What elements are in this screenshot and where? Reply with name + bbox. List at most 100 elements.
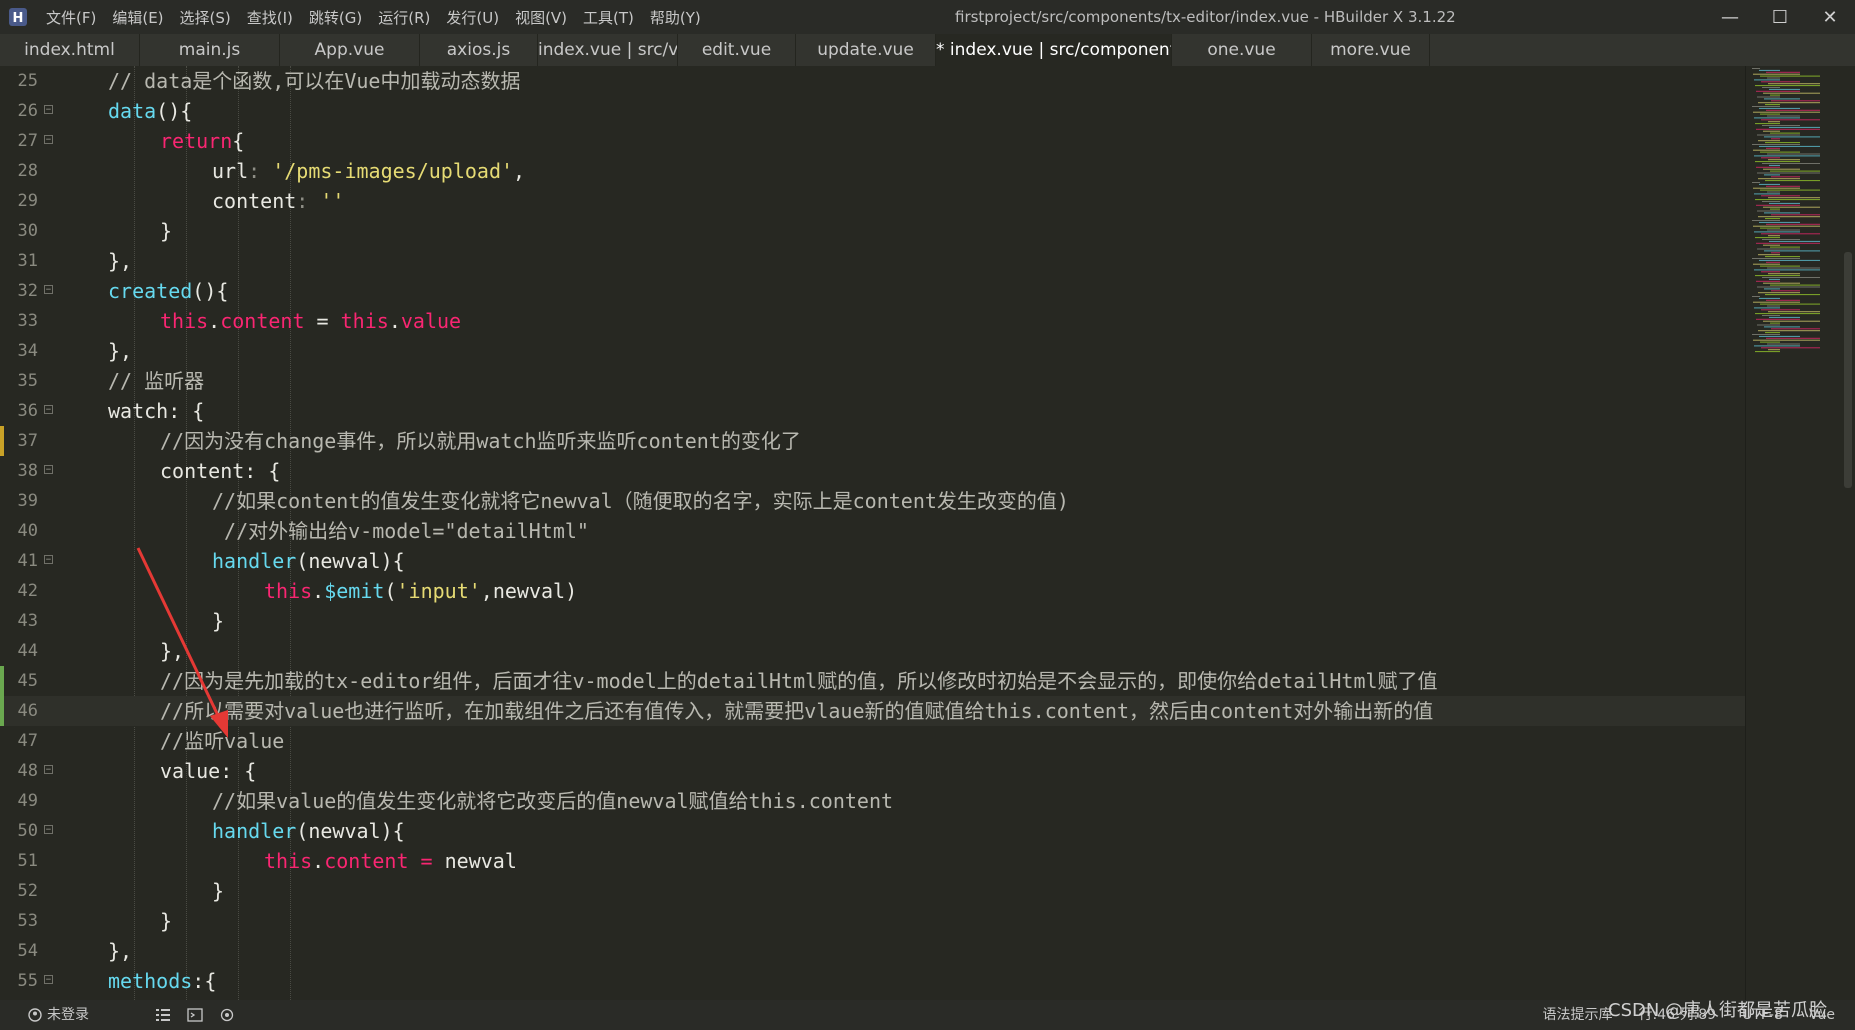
line-number: 41: [17, 551, 38, 571]
code-line[interactable]: 34},: [0, 336, 1745, 366]
vertical-scrollbar[interactable]: [1844, 252, 1852, 488]
minimap-line: [1756, 204, 1800, 206]
minimap-line: [1769, 88, 1800, 90]
code-line[interactable]: 49 //如果value的值发生变化就将它改变后的值newval赋值给this.c…: [0, 786, 1745, 816]
line-number: 51: [17, 851, 38, 871]
editor-tab[interactable]: update.vue: [796, 34, 936, 66]
minimap-line: [1753, 263, 1780, 265]
code-line[interactable]: 47 //监听value: [0, 726, 1745, 756]
code-line[interactable]: 45 //因为是先加载的tx-editor组件，后面才往v-model上的deta…: [0, 666, 1745, 696]
close-icon[interactable]: ✕: [1805, 0, 1855, 34]
editor-tab[interactable]: axios.js: [420, 34, 538, 66]
minimap[interactable]: [1745, 66, 1855, 1000]
minimap-line: [1760, 189, 1820, 191]
minimap-line: [1756, 166, 1780, 168]
code-token: (newval){: [296, 819, 405, 843]
code-line[interactable]: 46 //所以需要对value也进行监听，在加载组件之后还有值传入，就需要把vla…: [0, 696, 1745, 726]
menu-item[interactable]: 帮助(Y): [650, 7, 701, 28]
login-status[interactable]: 未登录: [28, 1000, 89, 1030]
editor-tab[interactable]: more.vue: [1312, 34, 1430, 66]
minimap-line: [1759, 259, 1820, 261]
fold-toggle-icon[interactable]: −: [44, 285, 53, 295]
code-line[interactable]: 39 //如果content的值发生变化就将它newval（随便取的名字，实际上是…: [0, 486, 1745, 516]
editor-tab[interactable]: one.vue: [1172, 34, 1312, 66]
minimap-line: [1769, 278, 1780, 280]
code-line[interactable]: 29 content: '': [0, 186, 1745, 216]
code-line[interactable]: 33 this.content = this.value: [0, 306, 1745, 336]
minimap-line: [1758, 178, 1800, 180]
code-line[interactable]: 43}: [0, 606, 1745, 636]
editor-tab[interactable]: * index.vue | src/components/tx-editor: [936, 34, 1172, 66]
plugin-icon[interactable]: [219, 1008, 235, 1022]
code-line[interactable]: 30}: [0, 216, 1745, 246]
code-line[interactable]: 50− handler(newval){: [0, 816, 1745, 846]
code-line[interactable]: 37 //因为没有change事件，所以就用watch监听来监听content的变…: [0, 426, 1745, 456]
fold-toggle-icon[interactable]: −: [44, 765, 53, 775]
editor-tab[interactable]: main.js: [140, 34, 280, 66]
code-line[interactable]: 31},: [0, 246, 1745, 276]
code-line[interactable]: 38− content: {: [0, 456, 1745, 486]
editor-tab[interactable]: edit.vue: [678, 34, 796, 66]
line-number: 40: [17, 521, 38, 541]
fold-toggle-icon[interactable]: −: [44, 555, 53, 565]
code-text: data(){: [108, 96, 192, 126]
syntax-lib-label[interactable]: 语法提示库: [1543, 1000, 1613, 1030]
minimap-line: [1758, 292, 1800, 294]
fold-toggle-icon[interactable]: −: [44, 405, 53, 415]
menu-item[interactable]: 文件(F): [46, 7, 96, 28]
code-line[interactable]: 25 // data是个函数,可以在Vue中加载动态数据: [0, 66, 1745, 96]
minimap-line: [1759, 221, 1800, 223]
menu-item[interactable]: 编辑(E): [112, 7, 163, 28]
status-bar: 未登录 语法提示库 行:46 列:89 UTF-8 Vue: [0, 1000, 1855, 1030]
code-line[interactable]: 53}: [0, 906, 1745, 936]
code-line[interactable]: 55− methods:{: [0, 966, 1745, 996]
code-line[interactable]: 51 this.content = newval: [0, 846, 1745, 876]
editor-tab[interactable]: App.vue: [280, 34, 420, 66]
code-line[interactable]: 42 this.$emit('input',newval): [0, 576, 1745, 606]
menu-item[interactable]: 视图(V): [515, 7, 567, 28]
code-text: //如果content的值发生变化就将它newval（随便取的名字，实际上是co…: [212, 486, 1069, 516]
fold-toggle-icon[interactable]: −: [44, 465, 53, 475]
code-line[interactable]: 54},: [0, 936, 1745, 966]
minimize-icon[interactable]: —: [1705, 0, 1755, 34]
code-token: newval: [444, 849, 517, 873]
code-line[interactable]: 52}: [0, 876, 1745, 906]
code-text: //因为没有change事件，所以就用watch监听来监听content的变化了: [160, 426, 801, 456]
code-line[interactable]: 36− watch: {: [0, 396, 1745, 426]
editor-tab[interactable]: index.vue | src/views/product: [538, 34, 678, 66]
code-line[interactable]: 44},: [0, 636, 1745, 666]
fold-toggle-icon[interactable]: −: [44, 975, 53, 985]
code-line[interactable]: 27− return{: [0, 126, 1745, 156]
menu-item[interactable]: 跳转(G): [309, 7, 362, 28]
menu-item[interactable]: 工具(T): [583, 7, 634, 28]
minimap-line: [1752, 258, 1800, 259]
fold-toggle-icon[interactable]: −: [44, 105, 53, 115]
editor-tab[interactable]: index.html: [0, 34, 140, 66]
minimap-line: [1771, 100, 1820, 102]
menu-item[interactable]: 发行(U): [446, 7, 499, 28]
code-line[interactable]: 32− created(){: [0, 276, 1745, 306]
menu-item[interactable]: 运行(R): [378, 7, 430, 28]
code-line[interactable]: 26− data(){: [0, 96, 1745, 126]
title-bar: H 文件(F) 编辑(E) 选择(S) 查找(I) 跳转(G) 运行(R) 发行(U) 视图(…: [0, 0, 1855, 34]
code-token: .: [208, 309, 221, 333]
code-line[interactable]: 41− handler(newval){: [0, 546, 1745, 576]
code-line[interactable]: 48− value: {: [0, 756, 1745, 786]
terminal-icon[interactable]: [187, 1008, 203, 1022]
menu-item[interactable]: 选择(S): [180, 7, 231, 28]
code-token: //监听value: [160, 729, 285, 753]
line-number: 27: [17, 131, 38, 151]
outline-icon[interactable]: [155, 1008, 171, 1022]
fold-toggle-icon[interactable]: −: [44, 825, 53, 835]
code-editor[interactable]: 25// data是个函数,可以在Vue中加载动态数据 26− data(){27−…: [0, 66, 1745, 1000]
minimap-line: [1760, 151, 1800, 153]
code-line[interactable]: 35 // 监听器: [0, 366, 1745, 396]
minimap-line: [1753, 301, 1800, 303]
maximize-icon[interactable]: ☐: [1755, 0, 1805, 34]
fold-toggle-icon[interactable]: −: [44, 135, 53, 145]
menu-item[interactable]: 查找(I): [247, 7, 293, 28]
code-line[interactable]: 40 //对外输出给v-model="detailHtml": [0, 516, 1745, 546]
code-token: },: [108, 249, 133, 273]
code-line[interactable]: 28 url: '/pms-images/upload',: [0, 156, 1745, 186]
code-token: //因为没有change事件，所以就用watch监听来监听content的变化了: [160, 429, 801, 453]
